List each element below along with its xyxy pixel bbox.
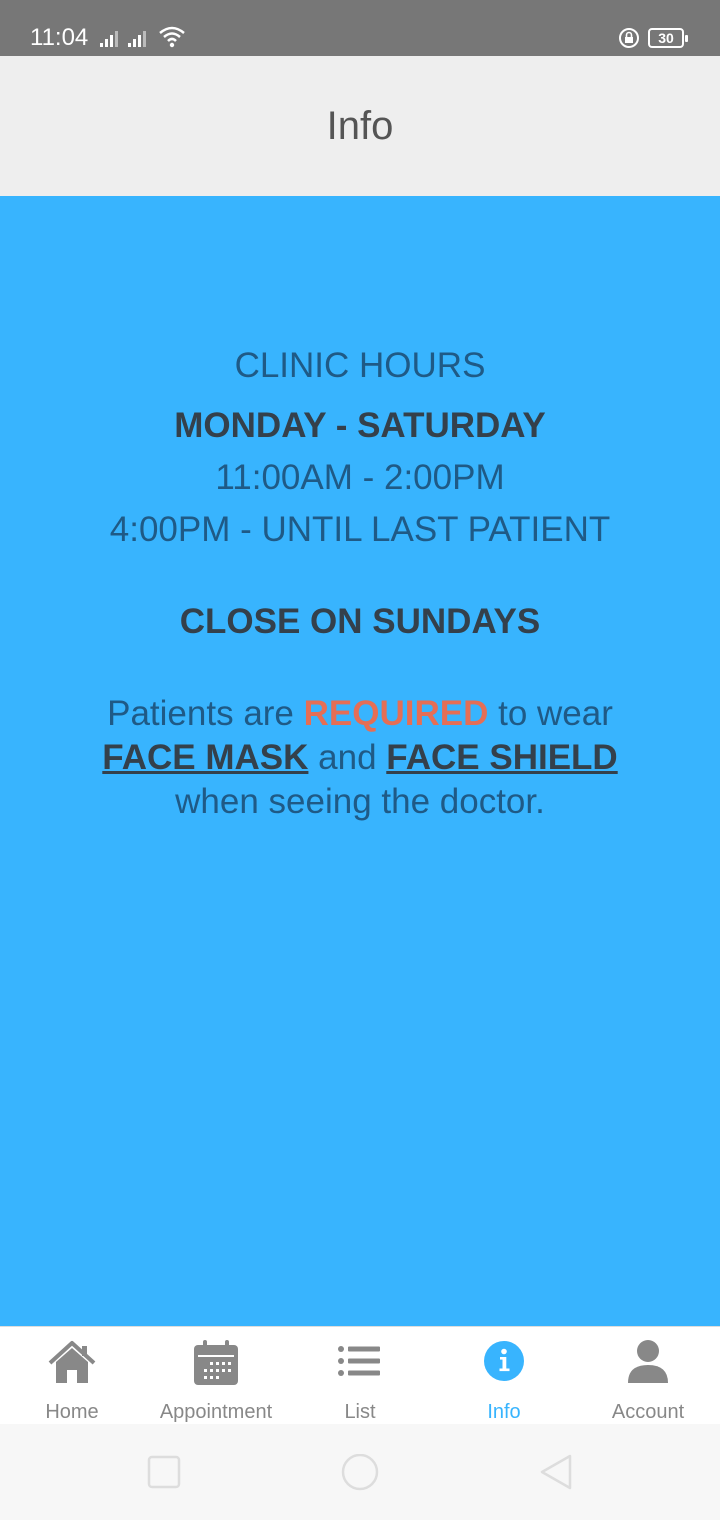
tab-account[interactable]: Account [576,1327,720,1425]
info-panel: CLINIC HOURS MONDAY - SATURDAY 11:00AM -… [0,196,720,1326]
system-nav-bar [0,1424,720,1520]
status-time: 11:04 [30,24,89,51]
back-icon[interactable] [538,1454,574,1490]
home-button-icon[interactable] [340,1454,380,1494]
bottom-tab-bar: Home Appointment List Info Account [0,1326,720,1424]
tab-info[interactable]: Info [432,1327,576,1425]
rotation-lock-icon [619,28,639,48]
recent-apps-icon[interactable] [146,1454,182,1490]
closed-notice: CLOSE ON SUNDAYS [179,602,541,641]
clinic-time-slot-2: 4:00PM - UNTIL LAST PATIENT [109,510,611,549]
tab-account-label: Account [611,1401,685,1423]
notice-face-mask: FACE MASK [102,738,309,777]
calendar-icon [194,1340,238,1385]
app-header: Info [0,56,720,196]
tab-list[interactable]: List [288,1327,432,1425]
clinic-days: MONDAY - SATURDAY [174,406,546,445]
battery-icon: 30 [648,28,688,48]
wifi-icon [159,26,185,48]
tab-home[interactable]: Home [0,1327,144,1425]
account-icon [628,1340,668,1383]
tab-appointment-label: Appointment [159,1401,273,1423]
status-bar: 11:04 30 [0,0,720,56]
tab-info-label: Info [487,1401,521,1423]
notice-required: REQUIRED [303,694,489,733]
cellular-signal-icon-2 [128,31,146,47]
notice-and: and [308,738,387,777]
clinic-time-slot-1: 11:00AM - 2:00PM [215,458,505,497]
notice-text-2: to wear [488,694,613,733]
tab-list-label: List [344,1401,376,1423]
list-icon [338,1346,380,1376]
notice-text-1: Patients are [107,694,304,733]
tab-appointment[interactable]: Appointment [144,1327,288,1425]
notice-face-shield: FACE SHIELD [386,738,618,777]
home-icon [48,1341,96,1383]
notice-text-3: when seeing the doctor. [175,782,545,821]
cellular-signal-icon [100,31,118,47]
mask-notice: Patients are REQUIRED to wear FACE MASK … [0,692,720,824]
tab-home-label: Home [45,1401,99,1423]
clinic-hours-heading: CLINIC HOURS [234,346,486,385]
page-title: Info [326,104,394,148]
info-icon [484,1341,524,1381]
